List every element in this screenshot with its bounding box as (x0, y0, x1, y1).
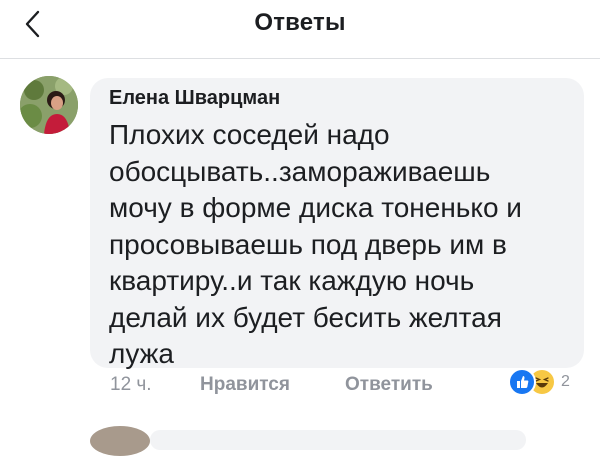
comment-timestamp[interactable]: 12 ч. (110, 374, 152, 396)
avatar[interactable] (20, 76, 78, 134)
header-bar: Ответы (0, 0, 600, 60)
header-divider (0, 58, 600, 59)
reactions-summary[interactable]: 2 (508, 367, 570, 397)
reply-button[interactable]: Ответить (345, 374, 433, 396)
comment-text: Плохих соседей надо обосцывать..заморажи… (109, 119, 522, 369)
like-button[interactable]: Нравится (200, 374, 290, 396)
reaction-count: 2 (561, 373, 570, 390)
next-reply-bubble (150, 430, 526, 450)
next-reply-avatar (90, 426, 150, 456)
like-icon (508, 368, 536, 396)
page-title: Ответы (254, 9, 346, 36)
avatar-photo (20, 76, 78, 134)
comment-author[interactable]: Елена Шварцман (109, 87, 280, 110)
